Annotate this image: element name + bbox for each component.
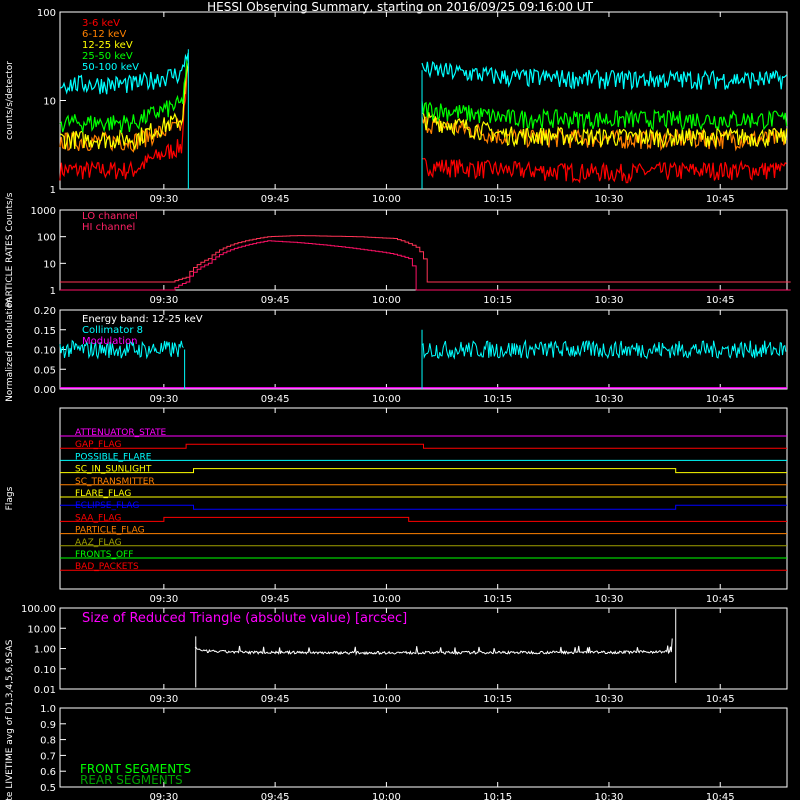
y-tick-label: 1.00 [34, 645, 56, 656]
y-tick-label: 0.15 [34, 326, 56, 337]
x-tick-label: 09:45 [261, 792, 290, 800]
x-tick-label: 10:30 [595, 594, 624, 605]
x-tick-label: 09:30 [149, 295, 178, 306]
x-tick-label: 10:45 [706, 594, 735, 605]
y-tick-label: 0.00 [34, 385, 56, 396]
x-tick-label: 10:30 [595, 194, 624, 205]
y-tick-label: 1.0 [40, 704, 56, 715]
y-tick-label: 0.10 [34, 346, 56, 357]
x-tick-label: 09:45 [261, 594, 290, 605]
x-tick-label: 09:45 [261, 295, 290, 306]
legend-entry: HI channel [82, 222, 135, 233]
x-tick-label: 10:45 [706, 194, 735, 205]
x-tick-label: 10:30 [595, 394, 624, 405]
x-tick-label: 10:15 [483, 694, 512, 705]
x-tick-label: 10:45 [706, 792, 735, 800]
legend-entry: REAR SEGMENTS [80, 773, 183, 787]
y-tick-label: 0.20 [34, 306, 56, 317]
y-tick-label: 0.01 [34, 685, 56, 696]
series-line-hi-channel [60, 240, 791, 291]
legend-entry: LO channel [82, 211, 138, 222]
legend-entry: Collimator 8 [82, 325, 143, 336]
y-tick-label: 0.05 [34, 365, 56, 376]
chart-canvas: 09:30 09:45 10:00 10:15 10:30 10:45 100 10 1 coun… [5, 8, 791, 800]
x-tick-label: 10:30 [595, 792, 624, 800]
x-tick-label: 10:00 [372, 694, 401, 705]
y-tick-label: 100 [37, 233, 56, 244]
series-line-sas [194, 638, 673, 656]
legend-entry: 12-25 keV [82, 40, 133, 51]
flag-line [60, 504, 787, 510]
y-tick-label: 10 [43, 97, 56, 108]
series-line-lo-channel [60, 235, 791, 283]
y-tick-label: 0.5 [40, 783, 56, 794]
x-tick-label: 09:45 [261, 694, 290, 705]
series-line-3-6-kev [421, 157, 787, 184]
x-tick-label: 09:30 [149, 394, 178, 405]
x-tick-label: 10:00 [372, 792, 401, 800]
y-axis-label: counts/s/detector [5, 61, 15, 140]
series-line-collimator-8 [421, 339, 787, 360]
y-tick-label: 0.6 [40, 767, 56, 778]
flag-line [60, 468, 787, 474]
y-tick-label: 10 [43, 259, 56, 270]
x-tick-label: 10:15 [483, 194, 512, 205]
x-tick-label: 09:30 [149, 694, 178, 705]
legend-entry: 25-50 keV [82, 51, 133, 62]
x-tick-label: 09:45 [261, 194, 290, 205]
x-tick-label: 09:30 [149, 194, 178, 205]
y-axis-label: PARTICLE RATES Counts/s [5, 192, 15, 307]
panel-frame [59, 407, 788, 590]
y-tick-label: 0.7 [40, 751, 56, 762]
y-tick-label: 10.00 [27, 624, 56, 635]
legend-entry: 6-12 keV [82, 29, 126, 40]
x-tick-label: 10:00 [372, 394, 401, 405]
x-tick-label: 10:45 [706, 394, 735, 405]
x-tick-label: 09:45 [261, 394, 290, 405]
flag-label: ECLIPSE_FLAG [75, 501, 139, 511]
x-tick-label: 09:30 [149, 594, 178, 605]
y-tick-label: 100.00 [21, 604, 56, 615]
legend-entry: Modulation [82, 336, 138, 347]
x-tick-label: 10:30 [595, 694, 624, 705]
y-tick-label: 0.8 [40, 736, 56, 747]
x-tick-label: 10:15 [483, 295, 512, 306]
x-tick-label: 10:15 [483, 792, 512, 800]
y-tick-label: 1 [50, 286, 56, 297]
flag-line [60, 443, 787, 449]
x-tick-label: 10:00 [372, 295, 401, 306]
x-tick-label: 10:00 [372, 594, 401, 605]
y-axis-label: Normalized modulation [5, 297, 15, 402]
y-axis-label: SAS [5, 639, 15, 657]
x-tick-label: 10:45 [706, 295, 735, 306]
energy-band-annotation: Energy band: 12-25 keV [82, 314, 203, 325]
y-axis-label: Mon. Rate LIVETIME avg of D1,3,4,5,6,9 [5, 658, 15, 800]
y-tick-label: 0.9 [40, 720, 56, 731]
y-tick-label: 1000 [31, 206, 56, 217]
flag-line [60, 516, 787, 522]
y-tick-label: 100 [37, 8, 56, 19]
y-tick-label: 0.10 [34, 665, 56, 676]
x-tick-label: 09:30 [149, 792, 178, 800]
series-line-50-100-kev [421, 61, 788, 91]
y-tick-label: 1 [50, 185, 56, 196]
sas-annotation: Size of Reduced Triangle (absolute value… [82, 611, 407, 626]
panel-frame [59, 209, 788, 291]
legend-entry: 50-100 keV [82, 62, 139, 73]
x-tick-label: 10:15 [483, 594, 512, 605]
y-axis-label: Flags [5, 486, 15, 510]
x-tick-label: 10:15 [483, 394, 512, 405]
x-tick-label: 10:45 [706, 694, 735, 705]
hessi-summary-figure: HESSI Observing Summary, starting on 201… [0, 0, 800, 800]
x-tick-label: 10:30 [595, 295, 624, 306]
x-tick-label: 10:00 [372, 194, 401, 205]
legend-entry: 3-6 keV [82, 18, 120, 29]
